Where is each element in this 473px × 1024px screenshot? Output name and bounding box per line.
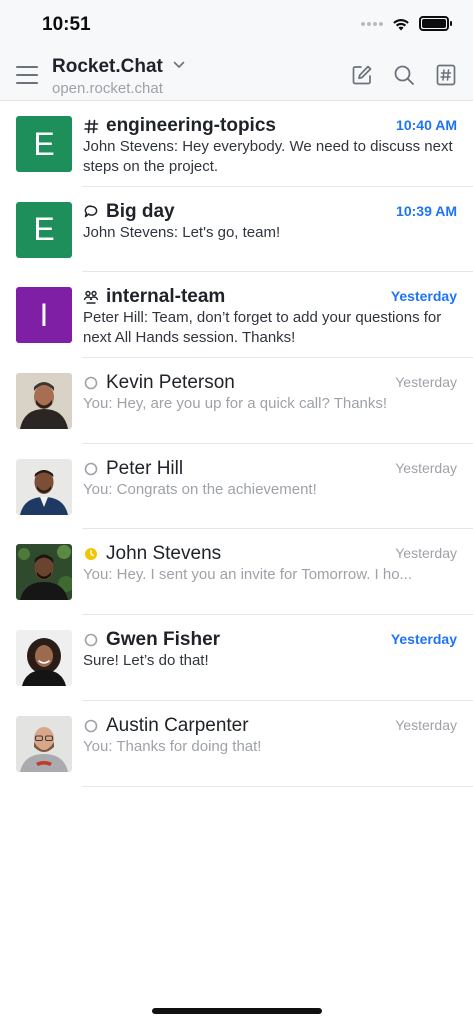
avatar xyxy=(16,373,72,430)
room-timestamp: Yesterday xyxy=(395,545,457,562)
avatar xyxy=(16,630,72,687)
last-message: You: Congrats on the achievement! xyxy=(83,480,317,498)
room-name: John Stevens xyxy=(106,543,222,565)
header-actions xyxy=(351,64,457,86)
room-row-gwen-fisher[interactable]: Gwen Fisher Yesterday Sure! Let’s do tha… xyxy=(0,615,473,701)
avatar xyxy=(16,544,72,601)
room-name: Austin Carpenter xyxy=(106,714,249,736)
team-icon xyxy=(83,289,99,305)
avatar xyxy=(16,715,72,772)
room-row-internal-team[interactable]: I internal-team Yesterday Peter Hill: Te… xyxy=(0,272,473,359)
hash-icon xyxy=(83,118,99,134)
battery-icon xyxy=(419,16,452,31)
status-icons xyxy=(361,16,452,31)
room-name: engineering-topics xyxy=(106,115,276,136)
search-icon[interactable] xyxy=(393,64,415,86)
room-timestamp: Yesterday xyxy=(390,288,457,305)
last-message: You: Thanks for doing that! xyxy=(83,737,262,755)
room-timestamp: Yesterday xyxy=(395,716,457,733)
last-message: You: Hey. I sent you an invite for Tomor… xyxy=(83,566,413,584)
last-message: John Stevens: Hey everybody. We need to … xyxy=(83,138,453,175)
room-timestamp: Yesterday xyxy=(395,459,457,476)
wifi-icon xyxy=(393,18,409,30)
compose-icon[interactable] xyxy=(351,64,373,86)
last-message: Sure! Let’s do that! xyxy=(83,652,209,670)
room-name: Gwen Fisher xyxy=(106,629,221,651)
status-bar: 10:51 xyxy=(0,0,473,52)
status-away-icon xyxy=(83,546,99,562)
chevron-down-icon xyxy=(174,61,185,68)
last-message: Peter Hill: Team, don’t forget to add yo… xyxy=(83,309,442,347)
room-name: internal-team xyxy=(106,286,226,308)
divider xyxy=(82,785,473,787)
server-url: open.rocket.chat xyxy=(52,80,163,97)
server-name: Rocket.Chat xyxy=(52,56,163,77)
room-row-big-day[interactable]: E Big day 10:39 AM John Stevens: Let's g… xyxy=(0,187,473,273)
header: Rocket.Chat open.rocket.chat xyxy=(0,52,473,101)
avatar: E xyxy=(16,201,72,258)
room-list: E engineering-topics 10:40 AM John Steve… xyxy=(0,101,473,787)
last-message: John Stevens: Let's go, team! xyxy=(83,223,281,241)
home-indicator[interactable] xyxy=(152,1008,322,1014)
room-name: Peter Hill xyxy=(106,457,184,479)
room-row-austin-carpenter[interactable]: Austin Carpenter Yesterday You: Thanks f… xyxy=(0,701,473,787)
menu-icon[interactable] xyxy=(16,66,38,84)
room-timestamp: 10:39 AM xyxy=(396,202,457,219)
room-row-john-stevens[interactable]: John Stevens Yesterday You: Hey. I sent … xyxy=(0,529,473,616)
directory-icon[interactable] xyxy=(435,64,457,86)
room-timestamp: Yesterday xyxy=(395,374,457,391)
room-row-peter-hill[interactable]: Peter Hill Yesterday You: Congrats on th… xyxy=(0,444,473,530)
status-offline-icon xyxy=(83,461,99,477)
signal-icon xyxy=(361,21,383,26)
server-switcher[interactable]: Rocket.Chat open.rocket.chat xyxy=(52,56,185,97)
status-offline-icon xyxy=(83,375,99,391)
room-timestamp: Yesterday xyxy=(390,631,457,648)
room-row-engineering-topics[interactable]: E engineering-topics 10:40 AM John Steve… xyxy=(0,101,473,187)
status-time: 10:51 xyxy=(42,14,91,35)
room-row-kevin-peterson[interactable]: Kevin Peterson Yesterday You: Hey, are y… xyxy=(0,358,473,444)
last-message: You: Hey, are you up for a quick call? T… xyxy=(83,395,388,413)
avatar: I xyxy=(16,287,72,344)
room-name: Kevin Peterson xyxy=(106,372,235,394)
discussion-icon xyxy=(83,204,99,220)
top-bar: 10:51 Rocket.Chat open.rocket.chat xyxy=(0,0,473,101)
room-name: Big day xyxy=(106,200,175,222)
avatar xyxy=(16,458,72,515)
avatar: E xyxy=(16,116,72,172)
room-timestamp: 10:40 AM xyxy=(396,117,457,133)
status-offline-icon xyxy=(83,718,99,734)
status-offline-icon xyxy=(83,632,99,648)
